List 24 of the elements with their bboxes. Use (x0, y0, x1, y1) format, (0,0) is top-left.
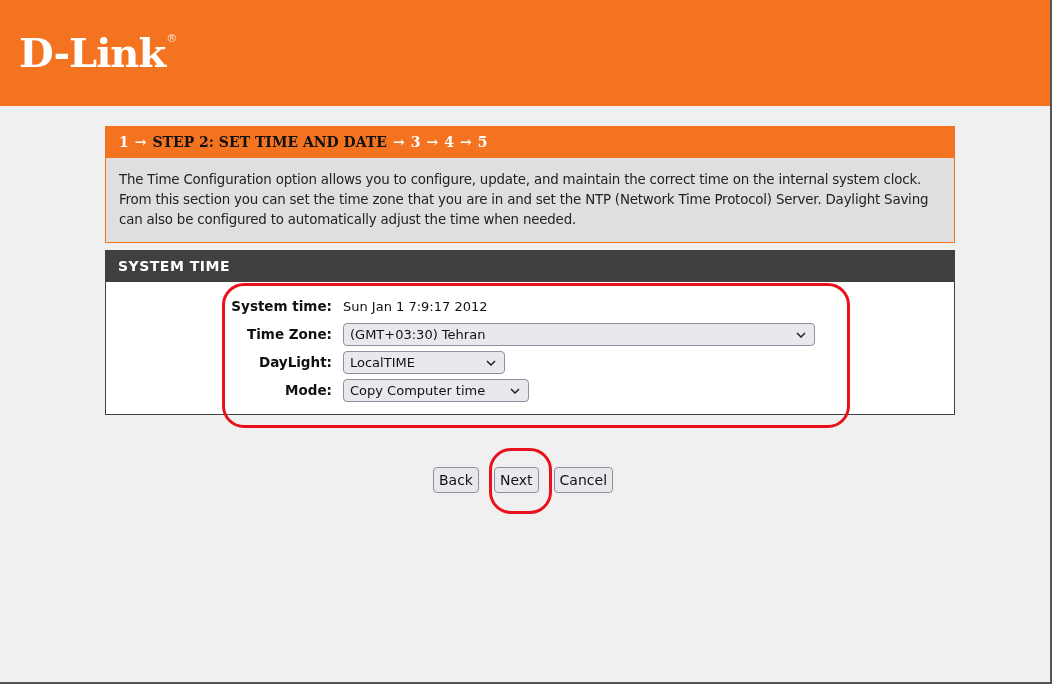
wizard-button[interactable]: Next (493, 467, 539, 493)
section-header: SYSTEM TIME (105, 250, 955, 282)
field-label: Mode: (284, 381, 333, 401)
field-label: DayLight: (257, 353, 333, 373)
wizard-button[interactable]: Cancel (553, 467, 614, 493)
arrow-separator: → (459, 132, 472, 152)
system-time-value: Sun Jan 1 7:9:17 2012 (343, 297, 488, 316)
registered-mark: ® (166, 33, 178, 44)
arrow-separator: → (134, 132, 147, 152)
field-label: Time Zone: (246, 325, 333, 345)
logo: D-Link (19, 33, 166, 73)
wizard-step: STEP 2: SET TIME AND DATE (152, 131, 387, 153)
wizard-button[interactable]: Back (432, 467, 479, 493)
arrow-separator: → (392, 132, 405, 152)
wizard-step: 3 (410, 131, 421, 153)
field-label: System time: (230, 297, 333, 317)
wizard-step: 1 (119, 131, 129, 153)
wizard-step: 5 (477, 131, 488, 153)
dropdown[interactable]: LocalTIME (343, 351, 505, 374)
dropdown[interactable]: (GMT+03:30) Tehran (343, 323, 815, 346)
dropdown[interactable]: Copy Computer time (343, 379, 529, 402)
wizard-step: 4 (444, 131, 454, 153)
description-text: The Time Configuration option allows you to configure, update, and maintain the correct time on the internal system clock. From this section you can set the time zone that you are in and set the NTP (Network Time Protocol) Server. Daylight Saving can also be configured to automatically adjust the time when needed. (119, 171, 930, 229)
arrow-separator: → (426, 132, 439, 152)
